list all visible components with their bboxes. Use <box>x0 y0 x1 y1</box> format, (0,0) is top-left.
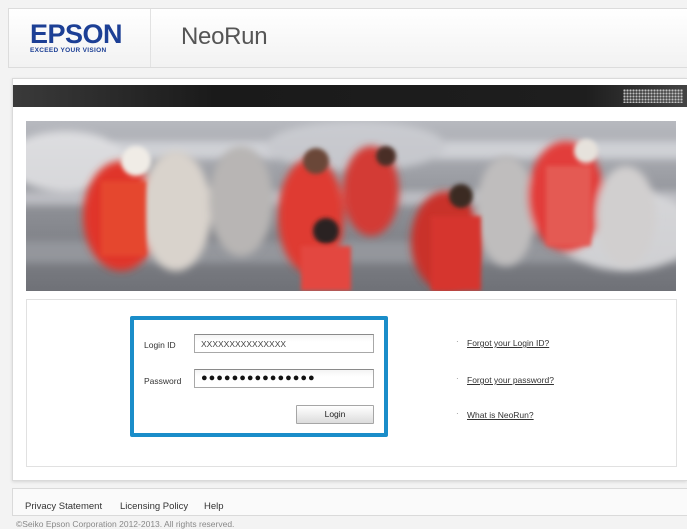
logo-word: EPSON <box>30 19 123 49</box>
what-is-neorun-link[interactable]: What is NeoRun? <box>467 410 534 420</box>
login-button[interactable]: Login <box>296 405 374 424</box>
login-id-label: Login ID <box>144 340 176 350</box>
app-title: NeoRun <box>181 23 268 50</box>
licensing-policy-link[interactable]: Licensing Policy <box>120 501 188 512</box>
link-bullet: · <box>456 337 459 346</box>
login-id-input[interactable]: XXXXXXXXXXXXXXX <box>194 334 374 353</box>
forgot-login-id-link[interactable]: Forgot your Login ID? <box>467 338 549 348</box>
header: EPSON EXCEED YOUR VISION NeoRun <box>8 8 687 68</box>
forgot-password-link[interactable]: Forgot your password? <box>467 375 554 385</box>
logo-tagline: EXCEED YOUR VISION <box>30 47 107 54</box>
epson-logo: EPSON EXCEED YOUR VISION <box>30 19 140 55</box>
link-bullet: · <box>456 374 459 383</box>
password-label: Password <box>144 376 182 386</box>
dot-pattern-decoration <box>623 89 683 103</box>
password-input[interactable]: ●●●●●●●●●●●●●●● <box>194 369 374 388</box>
link-bullet: · <box>456 409 459 418</box>
header-bar <box>13 85 687 107</box>
header-divider <box>150 9 151 67</box>
privacy-statement-link[interactable]: Privacy Statement <box>25 501 102 512</box>
runners-banner-image <box>26 121 676 291</box>
help-link[interactable]: Help <box>204 501 224 512</box>
footer-bar: Privacy Statement Licensing Policy Help <box>12 488 687 516</box>
